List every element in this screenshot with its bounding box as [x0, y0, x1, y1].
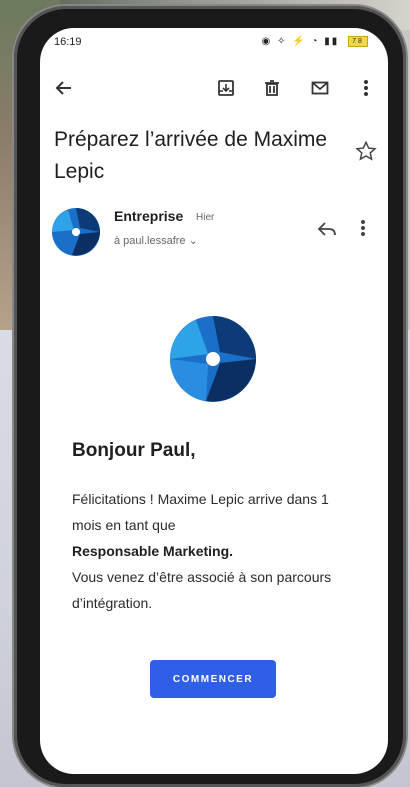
body-line-1: Félicitations ! Maxime Lepic arrive dans… [72, 491, 329, 533]
trash-icon[interactable] [258, 74, 286, 102]
reply-icon[interactable] [316, 218, 340, 242]
recipient-toggle[interactable]: à paul.lessafre ⌄ [114, 234, 198, 247]
status-icons: ◉ ✧ ⚡ ◔ ▮▮ 78 [261, 36, 368, 48]
mail-icon[interactable] [306, 74, 334, 102]
status-icon-glyphs: ◉ ✧ ⚡ ◔ ▮▮ [261, 36, 340, 48]
phone-screen: 16:19 ◉ ✧ ⚡ ◔ ▮▮ 78 Préparez l’arrivée d… [40, 28, 388, 774]
email-subject: Préparez l’arrivée de Maxime Lepic [54, 128, 328, 183]
message-more-icon[interactable] [360, 218, 372, 242]
more-vertical-icon[interactable] [352, 74, 380, 102]
star-icon[interactable] [355, 140, 379, 164]
email-body: Félicitations ! Maxime Lepic arrive dans… [72, 486, 362, 616]
sender-name: Entreprise [114, 208, 184, 224]
start-button[interactable]: COMMENCER [150, 660, 276, 698]
battery-icon: 78 [348, 36, 368, 47]
company-logo [170, 316, 256, 402]
sender-time: Hier [196, 212, 215, 223]
greeting: Bonjour Paul, [72, 440, 196, 461]
arrow-left-icon[interactable] [50, 74, 78, 102]
email-toolbar [40, 74, 388, 110]
body-role: Responsable Marketing. [72, 543, 234, 559]
status-time: 16:19 [54, 36, 82, 48]
body-line-2: Vous venez d’être associé à son parcours… [72, 569, 332, 611]
archive-icon[interactable] [212, 74, 240, 102]
status-bar: 16:19 ◉ ✧ ⚡ ◔ ▮▮ 78 [40, 28, 388, 56]
sender-avatar[interactable] [52, 208, 100, 256]
